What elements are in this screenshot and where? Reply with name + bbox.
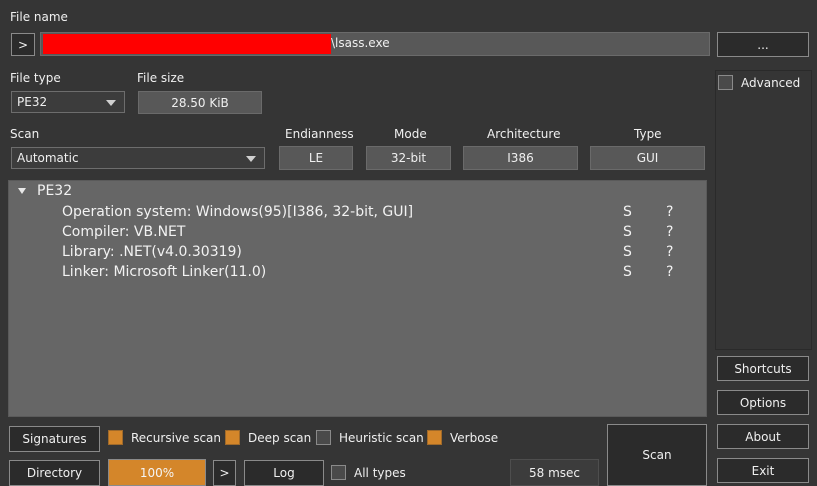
- scan-button[interactable]: Scan: [607, 424, 707, 486]
- shortcuts-button[interactable]: Shortcuts: [717, 356, 809, 381]
- scan-label: Scan: [10, 127, 40, 141]
- signature-link[interactable]: S: [623, 264, 632, 280]
- signature-link[interactable]: S: [623, 204, 632, 220]
- file-type-select[interactable]: PE32: [11, 91, 125, 113]
- deep-scan-label: Deep scan: [248, 430, 312, 445]
- file-type-label: File type: [10, 71, 61, 85]
- file-size-field: 28.50 KiB: [138, 91, 262, 114]
- architecture-field: I386: [463, 146, 578, 170]
- signatures-button[interactable]: Signatures: [9, 426, 100, 452]
- heuristic-scan-checkbox[interactable]: Heuristic scan: [316, 430, 424, 445]
- tree-root-pe32[interactable]: PE32: [37, 183, 72, 199]
- verbose-checkbox[interactable]: Verbose: [427, 430, 498, 445]
- file-path-text: \lsass.exe: [331, 36, 390, 50]
- recursive-scan-label: Recursive scan: [131, 430, 222, 445]
- side-panel: [715, 70, 812, 350]
- scan-select[interactable]: Automatic: [11, 147, 265, 169]
- all-types-box[interactable]: [331, 465, 346, 480]
- signature-link[interactable]: S: [623, 244, 632, 260]
- all-types-label: All types: [354, 465, 406, 480]
- about-button[interactable]: About: [717, 424, 809, 449]
- info-link[interactable]: ?: [666, 204, 673, 220]
- deep-scan-box[interactable]: [225, 430, 240, 445]
- recursive-scan-box[interactable]: [108, 430, 123, 445]
- file-size-label: File size: [137, 71, 185, 85]
- options-button[interactable]: Options: [717, 390, 809, 415]
- results-tree[interactable]: PE32 Operation system: Windows(95)[I386,…: [8, 180, 707, 417]
- verbose-box[interactable]: [427, 430, 442, 445]
- progress-bar: 100%: [108, 459, 206, 486]
- expand-button[interactable]: >: [213, 460, 236, 486]
- directory-button[interactable]: Directory: [9, 460, 100, 486]
- file-name-label: File name: [10, 10, 68, 24]
- type-field: GUI: [590, 146, 705, 170]
- collapse-triangle-icon[interactable]: [18, 188, 26, 194]
- redaction-box: [43, 34, 331, 54]
- chevron-down-icon: [106, 100, 116, 106]
- chevron-down-icon: [246, 156, 256, 162]
- info-link[interactable]: ?: [666, 224, 673, 240]
- type-label: Type: [634, 127, 662, 141]
- file-nav-button[interactable]: >: [11, 33, 35, 56]
- deep-scan-checkbox[interactable]: Deep scan: [225, 430, 311, 445]
- log-button[interactable]: Log: [244, 460, 324, 486]
- signature-link[interactable]: S: [623, 224, 632, 240]
- info-link[interactable]: ?: [666, 264, 673, 280]
- progress-text: 100%: [139, 465, 175, 480]
- endianness-field: LE: [279, 146, 353, 170]
- file-type-value: PE32: [17, 95, 48, 109]
- mode-field: 32-bit: [366, 146, 451, 170]
- file-path-field[interactable]: \lsass.exe: [40, 32, 710, 56]
- all-types-checkbox[interactable]: All types: [331, 465, 406, 480]
- mode-label: Mode: [394, 127, 427, 141]
- endianness-label: Endianness: [285, 127, 354, 141]
- recursive-scan-checkbox[interactable]: Recursive scan: [108, 430, 221, 445]
- tree-item-operation-system[interactable]: Operation system: Windows(95)[I386, 32-b…: [62, 204, 413, 220]
- info-link[interactable]: ?: [666, 244, 673, 260]
- verbose-label: Verbose: [450, 430, 499, 445]
- scan-value: Automatic: [17, 151, 79, 165]
- heuristic-scan-label: Heuristic scan: [339, 430, 424, 445]
- architecture-label: Architecture: [487, 127, 561, 141]
- exit-button[interactable]: Exit: [717, 458, 809, 483]
- scan-time-field: 58 msec: [510, 459, 599, 486]
- browse-button[interactable]: ...: [717, 32, 809, 57]
- tree-item-compiler[interactable]: Compiler: VB.NET: [62, 224, 185, 240]
- heuristic-scan-box[interactable]: [316, 430, 331, 445]
- tree-item-library[interactable]: Library: .NET(v4.0.30319): [62, 244, 242, 260]
- tree-item-linker[interactable]: Linker: Microsoft Linker(11.0): [62, 264, 266, 280]
